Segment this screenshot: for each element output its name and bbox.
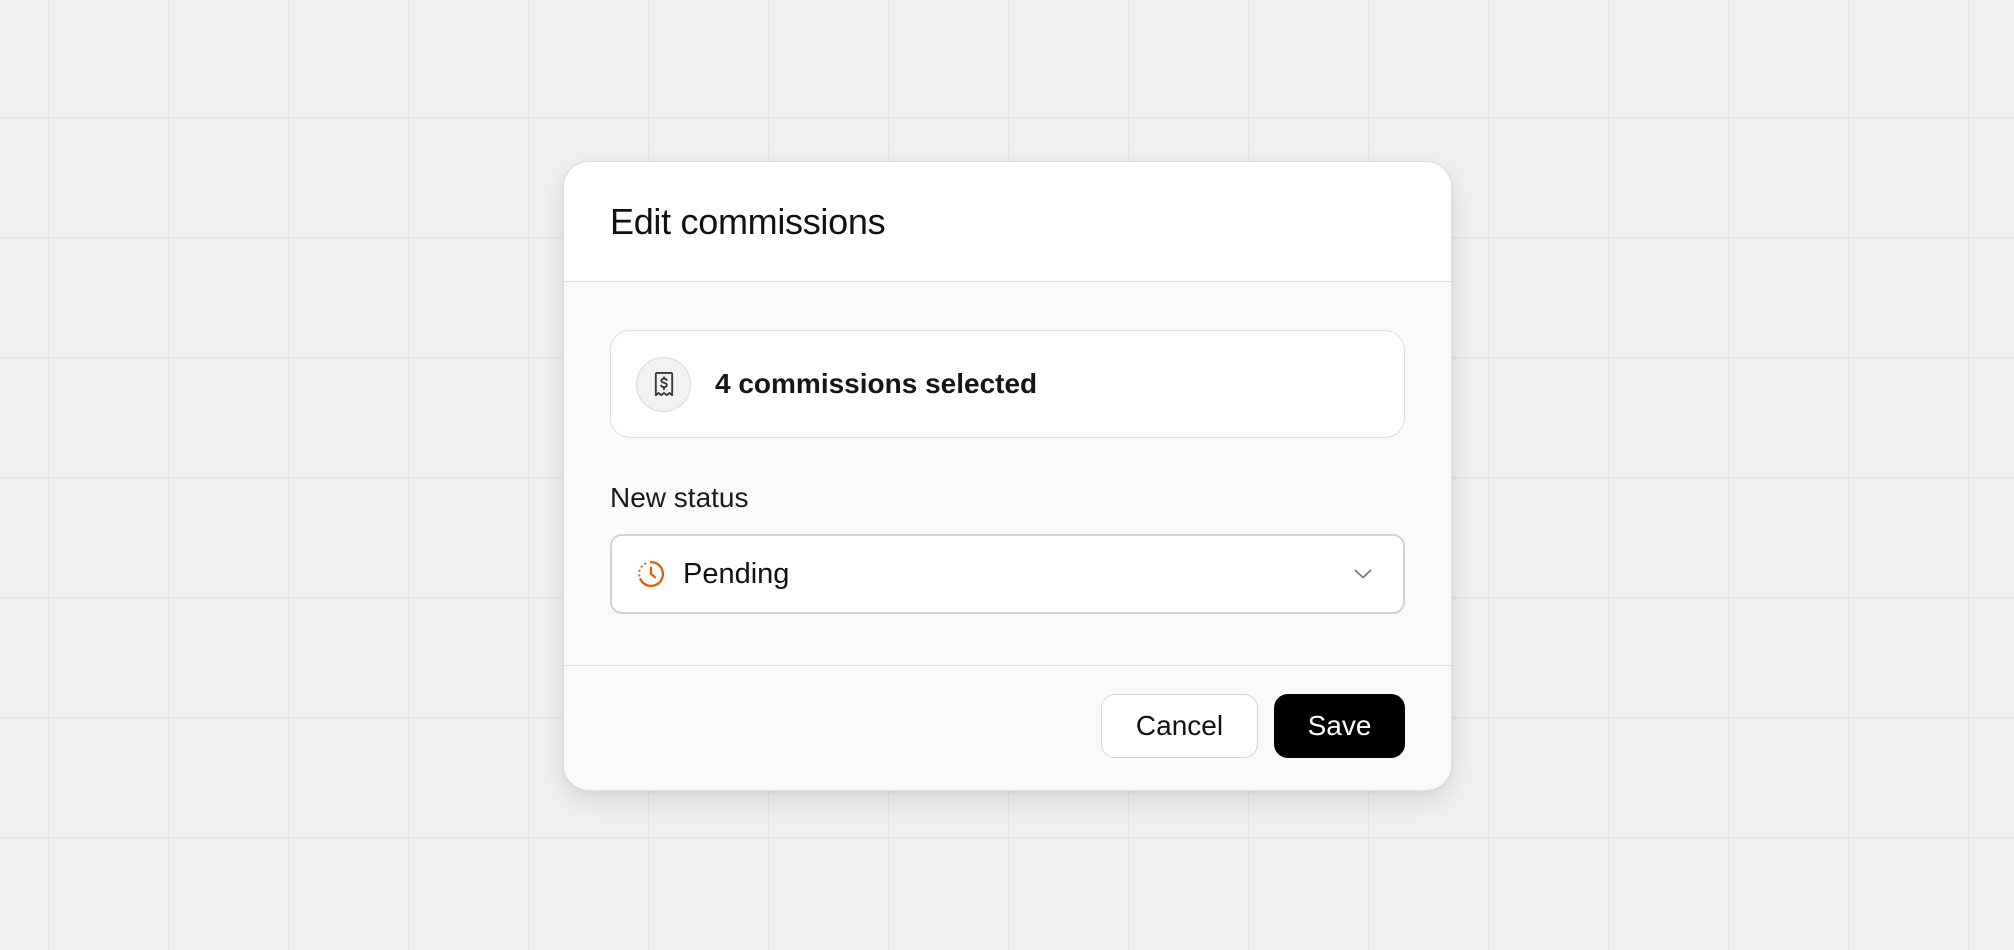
dialog-footer: Cancel Save: [564, 665, 1451, 789]
dialog-header: Edit commissions: [564, 162, 1451, 282]
new-status-label: New status: [610, 482, 749, 513]
chevron-down-icon: [1351, 562, 1375, 586]
selection-summary-card: 4 commissions selected: [610, 330, 1405, 438]
dialog-title: Edit commissions: [610, 200, 886, 242]
selected-count-text: 4 commissions selected: [715, 368, 1038, 399]
clock-dashed-icon: [636, 559, 666, 589]
status-select[interactable]: Pending: [610, 534, 1405, 614]
save-button[interactable]: Save: [1274, 694, 1405, 758]
receipt-badge: [636, 356, 691, 412]
cancel-button[interactable]: Cancel: [1101, 694, 1258, 758]
status-select-value: Pending: [683, 557, 790, 590]
edit-commissions-dialog: Edit commissions 4 commissions selected …: [563, 161, 1452, 791]
receipt-dollar-icon: [654, 371, 673, 397]
dialog-body: 4 commissions selected New status Pendin…: [564, 282, 1451, 665]
